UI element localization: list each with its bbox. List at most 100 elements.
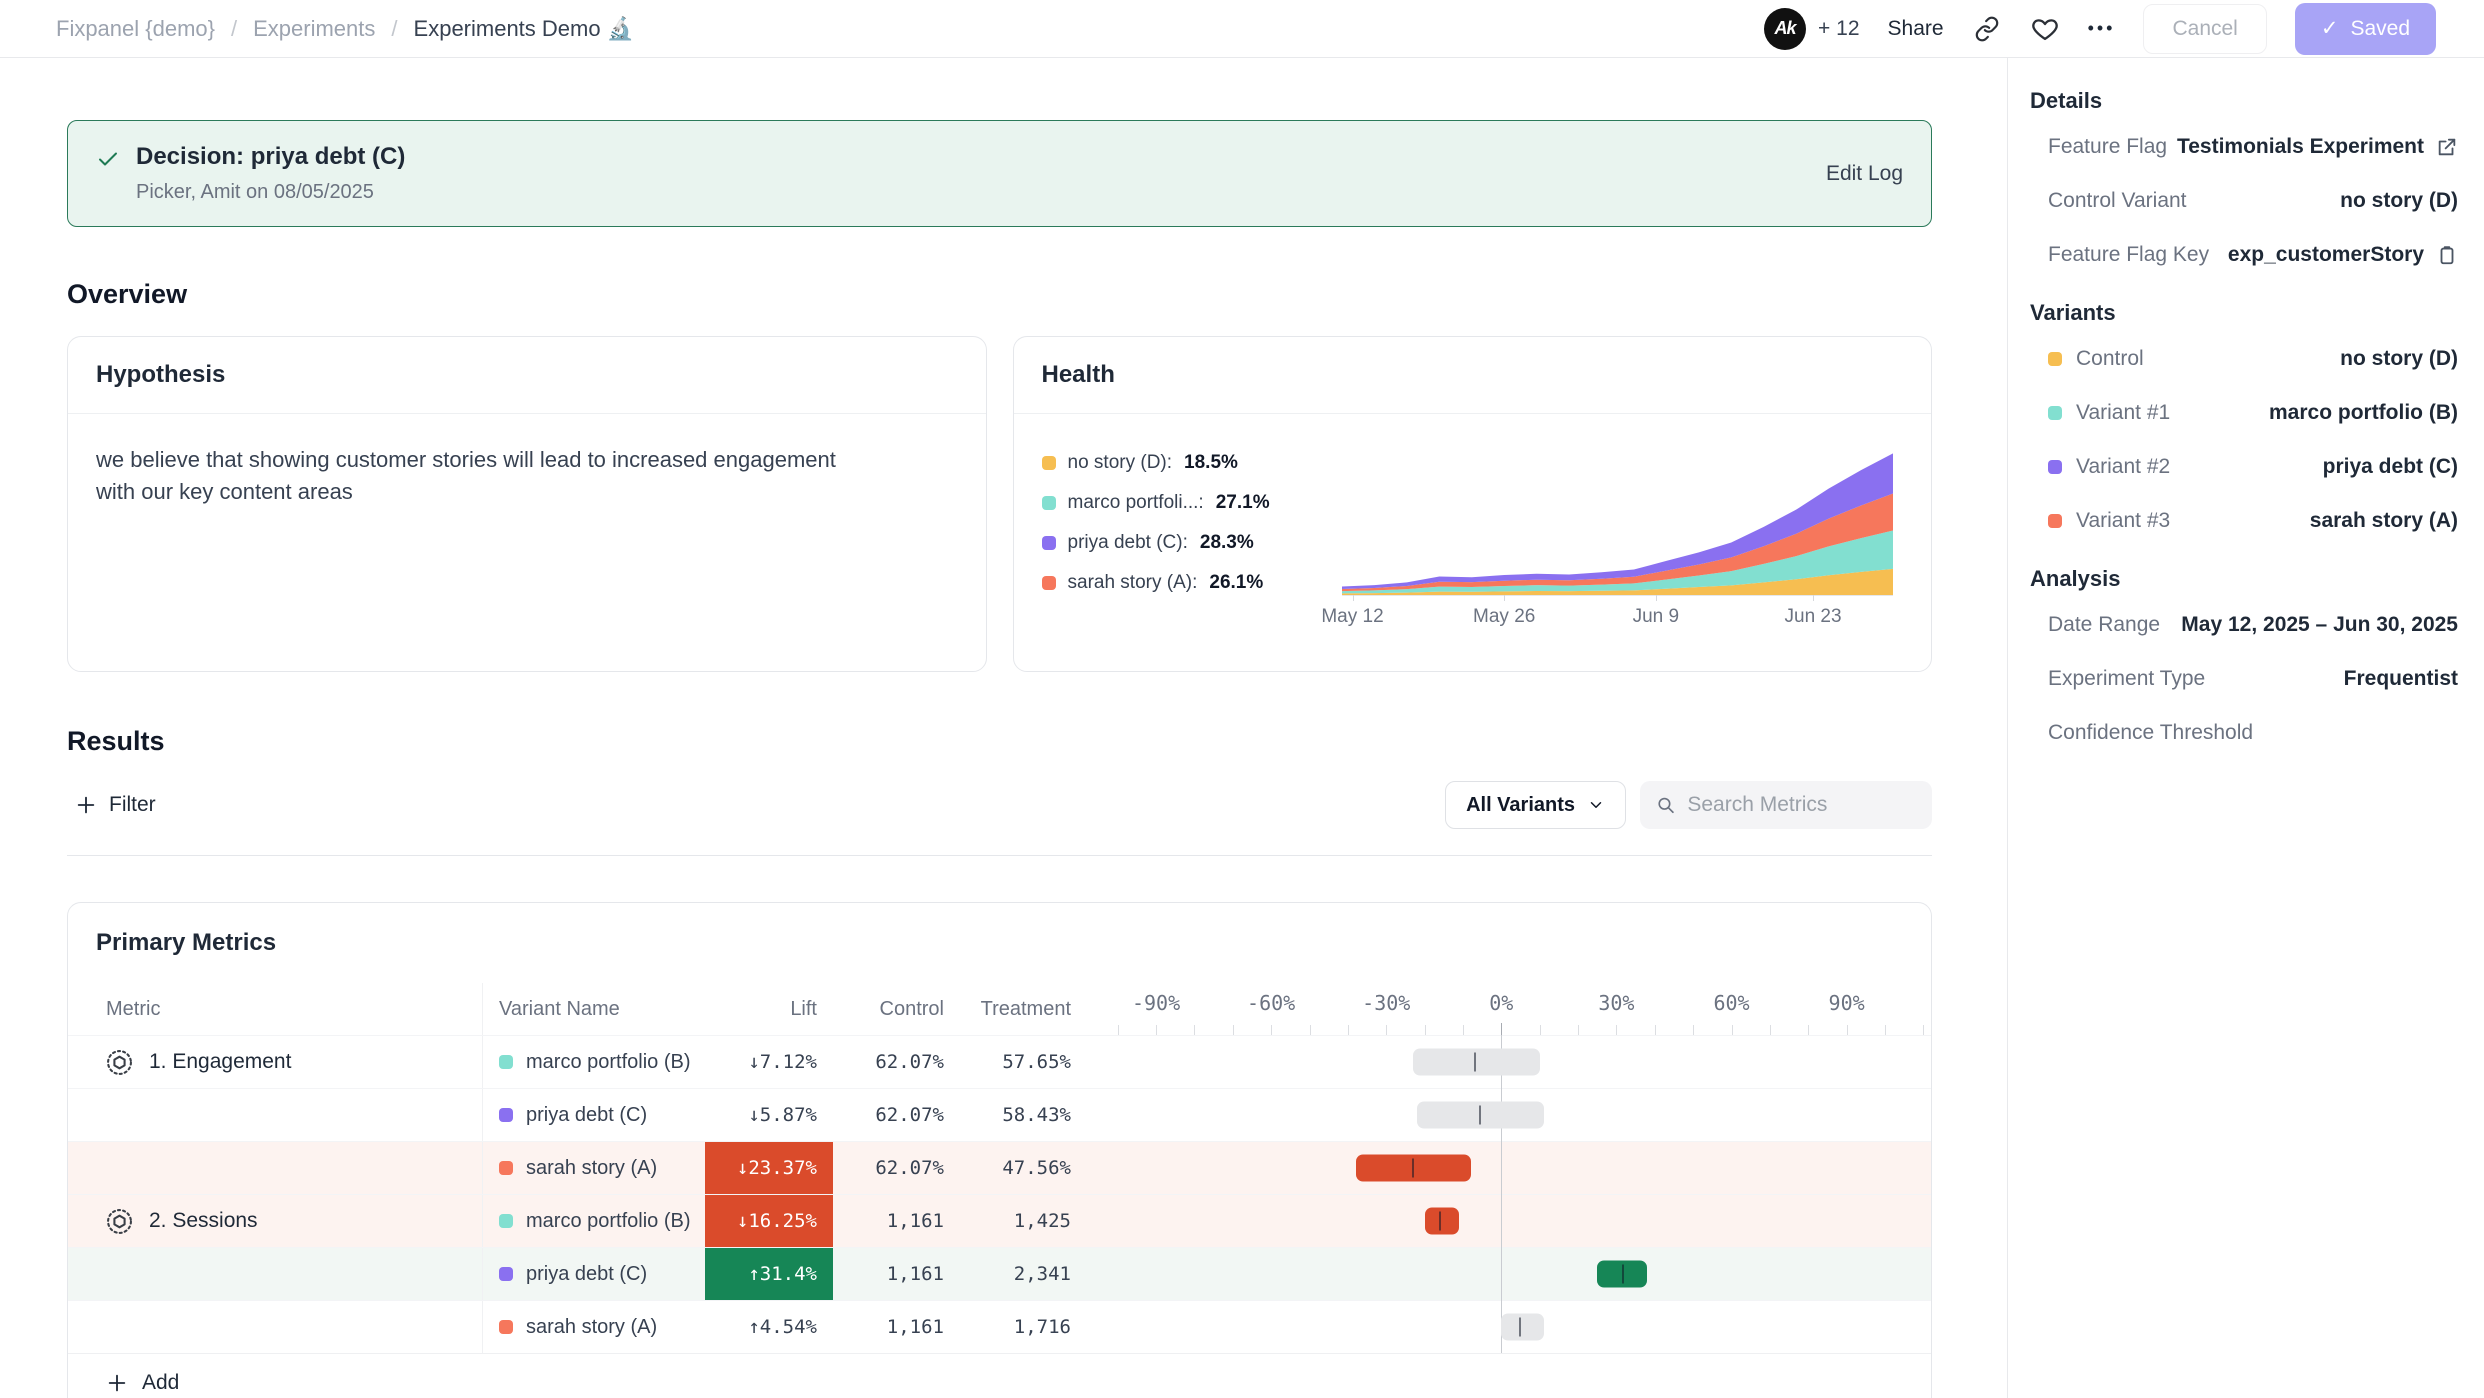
table-row[interactable]: sarah story (A) ↑4.54% 1,161 1,716: [68, 1300, 1931, 1353]
favorite-heart-icon[interactable]: [2030, 14, 2060, 44]
variant-name: marco portfolio (B): [526, 1051, 691, 1074]
breadcrumb-separator: /: [391, 16, 397, 42]
details-sidebar: Details Feature Flag Testimonials Experi…: [2007, 58, 2484, 1398]
divider: [67, 855, 1932, 856]
search-metrics-box: [1640, 781, 1932, 829]
col-lift: Lift: [705, 983, 833, 1035]
plus-icon: [106, 1372, 128, 1394]
variant-color-swatch: [499, 1161, 513, 1175]
variant-row: Control no story (D): [2030, 332, 2458, 386]
breadcrumb-experiments[interactable]: Experiments: [253, 16, 375, 42]
ci-bar: [1425, 1208, 1460, 1235]
axis-tick-label: 60%: [1713, 991, 1749, 1015]
more-options-button[interactable]: •••: [2088, 18, 2116, 39]
collaborators-count[interactable]: + 12: [1818, 17, 1859, 41]
health-x-label: May 12: [1321, 606, 1383, 628]
health-stacked-area-chart: May 12May 26Jun 9Jun 23: [1342, 438, 1904, 634]
add-label: Add: [142, 1371, 179, 1395]
variant-color-swatch: [499, 1108, 513, 1122]
axis-tick-label: 90%: [1829, 991, 1865, 1015]
confidence-interval-cell: [1087, 1301, 1931, 1353]
avatar[interactable]: Ak: [1764, 8, 1806, 50]
variant-name: marco portfolio (B): [526, 1210, 691, 1233]
legend-value: 27.1%: [1216, 492, 1270, 514]
variants-dropdown[interactable]: All Variants: [1445, 781, 1626, 829]
lift-value: ↓5.87%: [748, 1104, 817, 1126]
axis-tick-label: 30%: [1598, 991, 1634, 1015]
table-row[interactable]: priya debt (C) ↓5.87% 62.07% 58.43%: [68, 1088, 1931, 1141]
legend-value: 28.3%: [1200, 532, 1254, 554]
variant-value: priya debt (C): [2323, 455, 2458, 479]
primary-metrics-card: Primary Metrics Metric Variant Name Lift…: [67, 902, 1932, 1398]
top-bar: Fixpanel {demo} / Experiments / Experime…: [0, 0, 2484, 58]
variant-name: priya debt (C): [526, 1104, 647, 1127]
legend-item: marco portfoli...: 27.1%: [1042, 492, 1342, 514]
check-icon: [96, 143, 120, 204]
breadcrumb: Fixpanel {demo} / Experiments / Experime…: [56, 16, 634, 42]
col-control: Control: [833, 983, 960, 1035]
search-icon: [1656, 794, 1675, 816]
lift-value: ↓7.12%: [748, 1051, 817, 1073]
treatment-value: 2,341: [1014, 1263, 1071, 1285]
health-card-title: Health: [1014, 337, 1932, 414]
table-row[interactable]: 1. Engagement marco portfolio (B) ↓7.12%…: [68, 1035, 1931, 1088]
breadcrumb-project[interactable]: Fixpanel {demo}: [56, 16, 215, 42]
legend-name: priya debt (C):: [1068, 532, 1188, 554]
external-link-icon[interactable]: [2436, 136, 2458, 158]
decision-title: Decision: priya debt (C): [136, 143, 405, 171]
search-metrics-input[interactable]: [1687, 793, 1916, 817]
treatment-value: 57.65%: [1002, 1051, 1071, 1073]
table-row[interactable]: priya debt (C) ↑31.4% 1,161 2,341: [68, 1247, 1931, 1300]
table-row[interactable]: sarah story (A) ↓23.37% 62.07% 47.56%: [68, 1141, 1931, 1194]
confidence-interval-cell: [1087, 1089, 1931, 1141]
add-metric-button[interactable]: Add: [68, 1353, 1931, 1398]
cancel-button[interactable]: Cancel: [2143, 4, 2266, 54]
ci-point-marker: [1622, 1265, 1624, 1284]
saved-button[interactable]: ✓ Saved: [2295, 3, 2436, 55]
health-legend: no story (D): 18.5% marco portfoli...: 2…: [1042, 438, 1342, 634]
metric-name: 2. Sessions: [149, 1209, 258, 1233]
metric-target-icon: [106, 1049, 133, 1076]
table-header: Metric Variant Name Lift Control Treatme…: [68, 983, 1931, 1035]
copy-clipboard-icon[interactable]: [2436, 244, 2458, 266]
ci-bar: [1597, 1261, 1647, 1288]
edit-log-button[interactable]: Edit Log: [1826, 162, 1903, 186]
overview-heading: Overview: [67, 279, 1932, 310]
variant-color-swatch: [2048, 514, 2062, 528]
variant-color-swatch: [2048, 460, 2062, 474]
table-row[interactable]: 2. Sessions marco portfolio (B) ↓16.25% …: [68, 1194, 1931, 1247]
legend-item: no story (D): 18.5%: [1042, 452, 1342, 474]
detail-label: Feature Flag Key: [2048, 243, 2209, 267]
col-metric: Metric: [68, 983, 483, 1035]
legend-swatch: [1042, 576, 1056, 590]
axis-tick-label: -60%: [1247, 991, 1295, 1015]
variant-color-swatch: [499, 1055, 513, 1069]
analysis-label: Date Range: [2048, 613, 2160, 637]
metric-name: 1. Engagement: [149, 1050, 291, 1074]
add-filter-button[interactable]: Filter: [67, 783, 164, 827]
ci-point-marker: [1479, 1106, 1481, 1125]
treatment-value: 1,716: [1014, 1316, 1071, 1338]
control-variant-value: no story (D): [2340, 189, 2458, 213]
treatment-value: 58.43%: [1002, 1104, 1071, 1126]
legend-name: sarah story (A):: [1068, 572, 1198, 594]
confidence-interval-cell: [1087, 1195, 1931, 1247]
variant-color-swatch: [499, 1320, 513, 1334]
link-icon[interactable]: [1972, 14, 2002, 44]
health-x-axis-labels: May 12May 26Jun 9Jun 23: [1342, 606, 1894, 630]
lift-value: ↓23.37%: [737, 1157, 817, 1179]
col-variant-name: Variant Name: [483, 983, 705, 1035]
confidence-interval-cell: [1087, 1142, 1931, 1194]
breadcrumb-separator: /: [231, 16, 237, 42]
variant-color-swatch: [2048, 352, 2062, 366]
variant-color-swatch: [499, 1267, 513, 1281]
share-button[interactable]: Share: [1888, 17, 1944, 41]
feature-flag-value[interactable]: Testimonials Experiment: [2177, 135, 2424, 159]
variant-label: Variant #1: [2076, 401, 2170, 425]
ci-point-marker: [1439, 1212, 1441, 1231]
detail-row: Control Variant no story (D): [2030, 174, 2458, 228]
control-value: 62.07%: [875, 1157, 944, 1179]
check-icon: ✓: [2321, 16, 2339, 41]
analysis-label: Confidence Threshold: [2048, 721, 2253, 745]
control-value: 62.07%: [875, 1104, 944, 1126]
